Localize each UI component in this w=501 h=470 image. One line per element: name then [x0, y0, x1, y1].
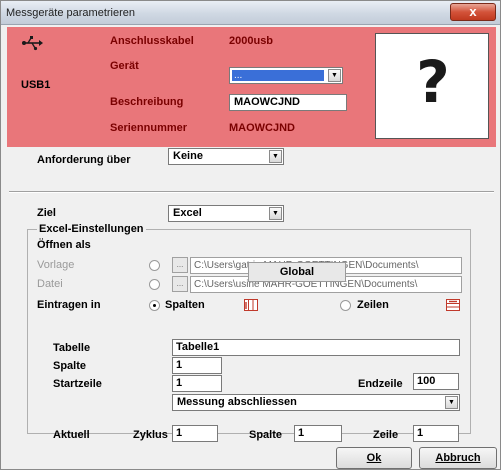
- file-radio[interactable]: [149, 279, 160, 290]
- rows-radio-label[interactable]: Zeilen: [357, 299, 389, 311]
- cycle-input[interactable]: 1: [172, 425, 218, 442]
- rows-radio[interactable]: [340, 300, 351, 311]
- start-row-input[interactable]: 1: [172, 375, 222, 392]
- request-select[interactable]: Keine ▼: [168, 148, 284, 165]
- current-row-label: Zeile: [373, 429, 399, 441]
- open-as-label: Öffnen als: [37, 239, 91, 251]
- columns-radio[interactable]: [149, 300, 160, 311]
- dialog-window: Messgeräte parametrieren x USB1 Anschlus…: [0, 0, 501, 470]
- target-select[interactable]: Excel ▼: [168, 205, 284, 222]
- request-select-value: Keine: [173, 150, 203, 162]
- window-title: Messgeräte parametrieren: [6, 7, 136, 19]
- serial-value: MAOWCJND: [229, 122, 295, 134]
- description-input[interactable]: MAOWCJND: [229, 94, 347, 111]
- target-select-value: Excel: [173, 207, 202, 219]
- device-name: USB1: [21, 79, 51, 91]
- description-label: Beschreibung: [110, 96, 184, 108]
- template-radio[interactable]: [149, 260, 160, 271]
- table-label: Tabelle: [53, 342, 91, 354]
- device-select-value: ...: [232, 70, 324, 81]
- cable-value: 2000usb: [229, 35, 274, 47]
- cancel-button[interactable]: Abbruch: [419, 447, 497, 469]
- template-browse-button[interactable]: ...: [172, 257, 188, 273]
- column-label: Spalte: [53, 360, 87, 372]
- separator: [9, 191, 494, 193]
- file-label: Datei: [37, 278, 63, 290]
- current-column-label: Spalte: [249, 429, 283, 441]
- chevron-down-icon[interactable]: ▼: [328, 69, 341, 82]
- columns-table-icon: [244, 299, 258, 311]
- start-row-label: Startzeile: [53, 378, 102, 390]
- device-header-panel: USB1 Anschlusskabel 2000usb Gerät ... ▼ …: [7, 27, 496, 147]
- question-mark-icon: ?: [416, 48, 450, 116]
- template-label: Vorlage: [37, 259, 75, 271]
- table-input[interactable]: Tabelle1: [172, 339, 460, 356]
- current-row-input[interactable]: 1: [413, 425, 459, 442]
- end-row-label: Endzeile: [358, 378, 403, 390]
- ok-button[interactable]: Ok: [336, 447, 412, 469]
- measurement-action-value: Messung abschliessen: [177, 396, 297, 408]
- cable-label: Anschlusskabel: [110, 35, 194, 47]
- request-label: Anforderung über: [37, 154, 131, 166]
- rows-table-icon: [446, 299, 460, 311]
- usb-icon: [22, 36, 43, 51]
- close-button[interactable]: x: [450, 3, 496, 21]
- target-label: Ziel: [37, 207, 56, 219]
- current-label: Aktuell: [53, 429, 90, 441]
- help-button[interactable]: ?: [375, 33, 489, 139]
- current-column-input[interactable]: 1: [294, 425, 342, 442]
- chevron-down-icon[interactable]: ▼: [269, 150, 282, 163]
- excel-settings-title: Excel-Einstellungen: [37, 223, 146, 235]
- columns-radio-label[interactable]: Spalten: [165, 299, 205, 311]
- serial-label: Seriennummer: [110, 122, 188, 134]
- chevron-down-icon[interactable]: ▼: [269, 207, 282, 220]
- title-bar: Messgeräte parametrieren x: [1, 1, 500, 25]
- end-row-input[interactable]: 100: [413, 373, 459, 390]
- file-browse-button[interactable]: ...: [172, 276, 188, 292]
- cycle-label: Zyklus: [133, 429, 168, 441]
- ok-button-label: Ok: [366, 452, 382, 464]
- enter-in-label: Eintragen in: [37, 299, 101, 311]
- device-label: Gerät: [110, 60, 139, 72]
- column-input[interactable]: 1: [172, 357, 222, 374]
- global-tooltip: Global: [248, 262, 346, 282]
- device-select[interactable]: ... ▼: [229, 67, 343, 84]
- chevron-down-icon[interactable]: ▼: [445, 396, 458, 409]
- measurement-action-select[interactable]: Messung abschliessen ▼: [172, 394, 460, 411]
- cancel-button-label: Abbruch: [435, 452, 481, 464]
